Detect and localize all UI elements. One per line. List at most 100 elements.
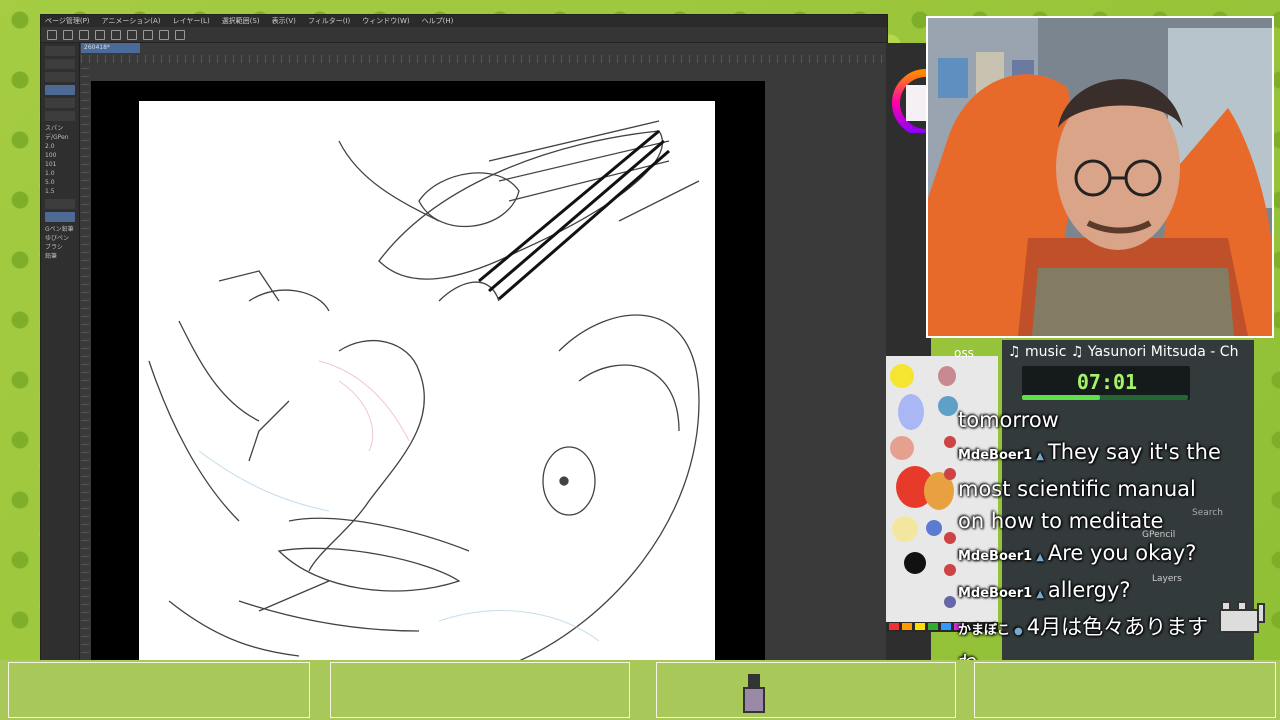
subscriber-badge-icon: ▲ <box>1036 589 1044 600</box>
chat-avatar <box>944 436 956 448</box>
drawing-canvas[interactable] <box>139 101 715 661</box>
chat-text: 4月は色々あります <box>1026 615 1209 639</box>
menu-help[interactable]: ヘルプ(H) <box>422 15 454 27</box>
swatch-lavender[interactable] <box>898 394 924 430</box>
chat-avatar <box>944 532 956 544</box>
tool-zoom[interactable] <box>45 46 75 56</box>
chat-username: MdeBoer1 <box>958 448 1033 463</box>
menu-page[interactable]: ページ管理(P) <box>45 15 90 27</box>
swatch-blue[interactable] <box>926 520 942 536</box>
save-icon[interactable] <box>79 29 89 40</box>
chat-username: MdeBoer1 <box>958 549 1033 564</box>
sub-tool-selected[interactable] <box>45 212 75 222</box>
webcam-image <box>928 18 1272 336</box>
chat-message: tomorrow <box>958 404 1258 436</box>
moderator-badge-icon: ● <box>1014 626 1023 637</box>
chat-message: MdeBoer1 ▲ They say it's the <box>958 436 1258 473</box>
brush-size-value[interactable]: 2.0 <box>41 142 79 151</box>
menu-animation[interactable]: アニメーション(A) <box>102 15 161 27</box>
color-wheel[interactable] <box>886 43 960 137</box>
drawing-app-window: ページ管理(P) アニメーション(A) レイヤー(L) 選択範囲(S) 表示(V… <box>40 14 960 667</box>
subtool-pencil[interactable]: 鉛筆 <box>41 252 79 261</box>
chat-text: on how to meditate <box>958 509 1164 533</box>
select-icon[interactable] <box>175 29 185 40</box>
bottom-slot <box>974 662 1276 718</box>
webcam-feed <box>926 16 1274 338</box>
pixel-cat-icon <box>1219 601 1265 633</box>
chat-text: tomorrow <box>958 408 1059 432</box>
strip-orange[interactable] <box>902 623 912 630</box>
ruler-horizontal <box>81 55 887 63</box>
tool-option[interactable] <box>45 199 75 209</box>
menu-selection[interactable]: 選択範囲(S) <box>222 15 260 27</box>
subtool-fingerpen[interactable]: ゆびペン <box>41 234 79 243</box>
sketch-drawing <box>148 120 700 661</box>
chat-username: MdeBoer1 <box>958 586 1033 601</box>
chat-text: most scientific manual <box>958 477 1196 501</box>
stabilizer-value[interactable]: 1.0 <box>41 169 79 178</box>
menu-layer[interactable]: レイヤー(L) <box>173 15 210 27</box>
canvas-area[interactable] <box>91 81 765 661</box>
hardness-value[interactable]: 5.0 <box>41 178 79 187</box>
chat-text: allergy? <box>1047 578 1131 602</box>
spacing-value[interactable]: 1.5 <box>41 187 79 196</box>
tool-palette: スパンデ/GPen 2.0 100 101 1.0 5.0 1.5 Gペン鉛筆 … <box>41 43 80 661</box>
tool-move[interactable] <box>45 59 75 69</box>
swatch-teal[interactable] <box>938 396 958 416</box>
swatch-yellow[interactable] <box>890 364 914 388</box>
chat-message: most scientific manual <box>958 473 1258 505</box>
settings-icon[interactable] <box>127 29 137 40</box>
document-tab[interactable]: 260418* <box>81 43 140 53</box>
fill-icon[interactable] <box>143 29 153 40</box>
strip-green[interactable] <box>928 623 938 630</box>
chat-message: かまぼこ ● 4月は色々あります <box>958 611 1258 648</box>
menu-bar: ページ管理(P) アニメーション(A) レイヤー(L) 選択範囲(S) 表示(V… <box>41 15 887 27</box>
now-playing-text: ♫ music ♫ Yasunori Mitsuda - Ch <box>1008 344 1239 360</box>
subtool-brush[interactable]: ブラシ <box>41 243 79 252</box>
chat-overlay: tomorrow MdeBoer1 ▲ They say it's the most… <box>958 404 1258 676</box>
chat-text: Are you okay? <box>1047 541 1197 565</box>
pixel-character-icon <box>743 674 765 713</box>
brush-name-label: スパンデ/GPen <box>45 125 69 141</box>
chat-username: かまぼこ <box>958 623 1011 638</box>
bottom-slot <box>330 662 630 718</box>
opacity-value[interactable]: 100 <box>41 151 79 160</box>
strip-red[interactable] <box>889 623 899 630</box>
timer-progress-fill <box>1022 395 1101 400</box>
menu-view[interactable]: 表示(V) <box>272 15 296 27</box>
swatch-black[interactable] <box>904 552 926 574</box>
chat-message: MdeBoer1 ▲ Are you okay? <box>958 537 1258 574</box>
swatch-cream[interactable] <box>892 516 918 542</box>
undo-icon[interactable] <box>95 29 105 40</box>
redo-icon[interactable] <box>111 29 121 40</box>
menu-filter[interactable]: フィルター(I) <box>308 15 350 27</box>
subscriber-badge-icon: ▲ <box>1036 451 1044 462</box>
chat-avatar <box>944 468 956 480</box>
swatch-pink[interactable] <box>938 366 956 386</box>
command-bar <box>41 27 887 43</box>
transform-icon[interactable] <box>159 29 169 40</box>
strip-yellow[interactable] <box>915 623 925 630</box>
tool-eraser[interactable] <box>45 98 75 108</box>
timer-progress-bar <box>1022 395 1188 400</box>
chat-text: They say it's the <box>1047 440 1221 464</box>
menu-window[interactable]: ウィンドウ(W) <box>362 15 409 27</box>
open-icon[interactable] <box>63 29 73 40</box>
palette-label: oss <box>954 346 974 360</box>
subscriber-badge-icon: ▲ <box>1036 552 1044 563</box>
subtool-gpencil[interactable]: Gペン鉛筆 <box>41 225 79 234</box>
strip-blue[interactable] <box>941 623 951 630</box>
chat-message: on how to meditate <box>958 505 1258 537</box>
new-icon[interactable] <box>47 29 57 40</box>
tool-fill[interactable] <box>45 111 75 121</box>
chat-avatar <box>944 564 956 576</box>
chat-message: MdeBoer1 ▲ allergy? <box>958 574 1258 611</box>
swatch-salmon[interactable] <box>890 436 914 460</box>
density-value[interactable]: 101 <box>41 160 79 169</box>
tool-select[interactable] <box>45 72 75 82</box>
bottom-slot <box>656 662 956 718</box>
stream-timer: 07:01 <box>1076 370 1138 394</box>
bottom-slot <box>8 662 310 718</box>
ruler-vertical <box>81 63 89 661</box>
tool-pen[interactable] <box>45 85 75 95</box>
